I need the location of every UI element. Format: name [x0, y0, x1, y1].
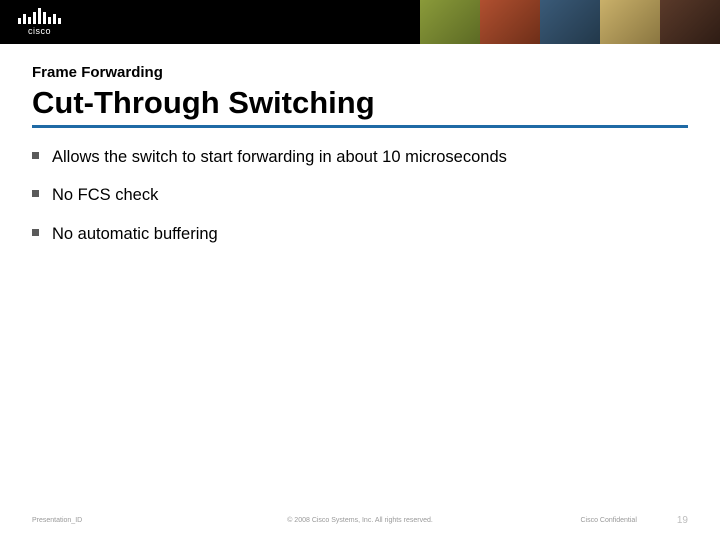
header-bar: cisco	[0, 0, 720, 44]
slide-content: Frame Forwarding Cut-Through Switching A…	[0, 44, 720, 245]
list-item: No FCS check	[32, 184, 688, 206]
cisco-logo-icon	[18, 8, 61, 24]
list-item: Allows the switch to start forwarding in…	[32, 146, 688, 168]
header-people-image	[420, 0, 720, 44]
bullet-list: Allows the switch to start forwarding in…	[32, 146, 688, 245]
cisco-logo-text: cisco	[28, 26, 51, 36]
list-item: No automatic buffering	[32, 223, 688, 245]
page-number: 19	[677, 515, 688, 526]
slide-kicker: Frame Forwarding	[32, 64, 688, 81]
presentation-id: Presentation_ID	[32, 517, 82, 524]
footer: Presentation_ID © 2008 Cisco Systems, In…	[0, 515, 720, 526]
confidential-label: Cisco Confidential	[580, 517, 636, 524]
slide-title: Cut-Through Switching	[32, 85, 688, 128]
copyright-text: © 2008 Cisco Systems, Inc. All rights re…	[287, 517, 433, 524]
cisco-logo: cisco	[18, 8, 61, 36]
